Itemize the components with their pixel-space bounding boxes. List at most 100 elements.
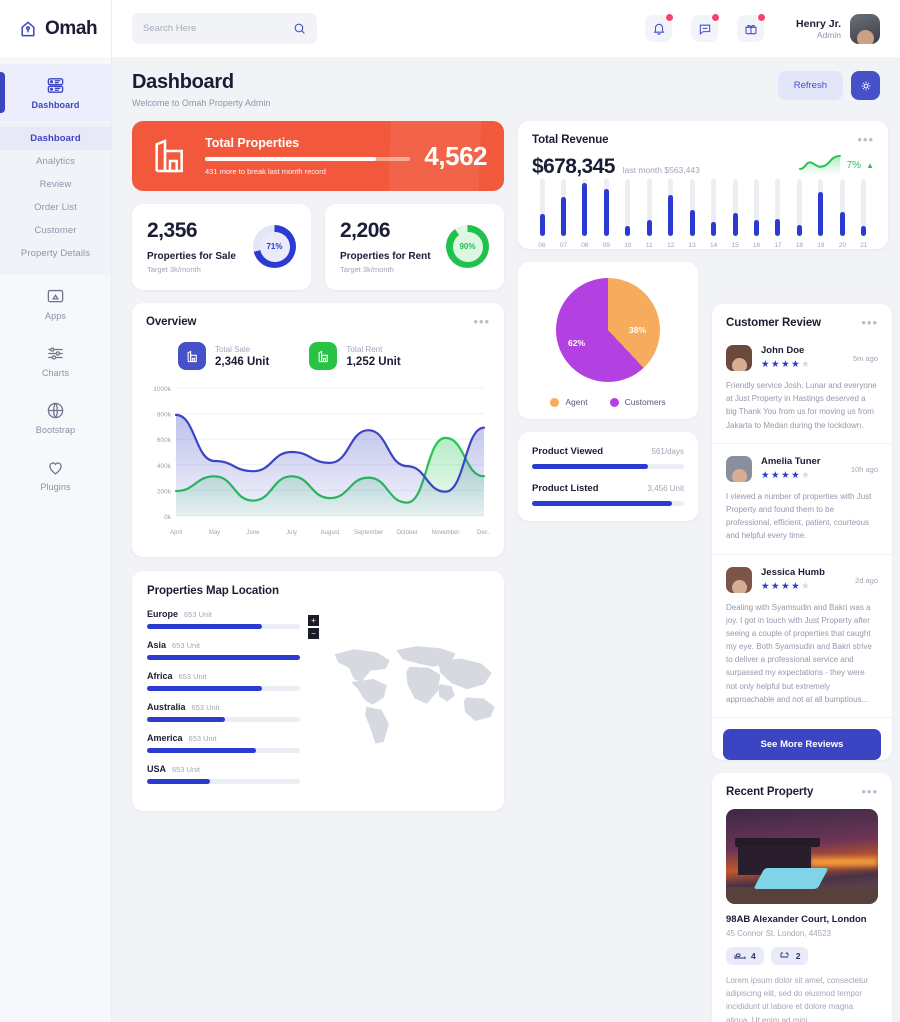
sidebar-item-dashboard[interactable]: Dashboard — [0, 64, 111, 121]
region-progress-fill — [147, 655, 300, 660]
bar-track — [861, 179, 867, 236]
map-zoom-in-button[interactable]: + — [308, 615, 319, 626]
total-revenue-card: Total Revenue ••• $678,345 last month $5… — [518, 121, 888, 249]
settings-button[interactable] — [851, 71, 880, 100]
gifts-button[interactable] — [737, 13, 767, 42]
bar-fill — [861, 225, 867, 236]
refresh-button[interactable]: Refresh — [777, 71, 843, 100]
region-row: America 653 Unit — [147, 733, 300, 753]
subnav-item-customer[interactable]: Customer — [0, 219, 111, 242]
recent-property-header: Recent Property ••• — [712, 773, 892, 798]
subnav-item-property-details[interactable]: Property Details — [0, 242, 111, 265]
stat-value: 2,356 — [147, 219, 198, 242]
search-input[interactable] — [143, 23, 287, 34]
banner-title: Total Properties — [205, 136, 300, 150]
bar-track — [668, 179, 674, 236]
overview-label: Total Sale — [215, 344, 251, 354]
review-menu-icon[interactable]: ••• — [861, 316, 878, 329]
region-unit: 653 Unit — [172, 765, 200, 774]
property-image[interactable] — [726, 809, 878, 904]
building-icon — [309, 342, 338, 370]
sidebar-item-bootstrap[interactable]: Bootstrap — [0, 389, 111, 446]
bar-fill — [689, 210, 695, 236]
review-text: I viewed a number of properties with Jus… — [726, 491, 872, 541]
world-map[interactable] — [319, 585, 504, 795]
left-column: Total Properties 431 more to break last … — [132, 121, 504, 811]
heart-icon — [49, 462, 62, 475]
trend-up-icon: ▲ — [866, 160, 874, 170]
overview-menu-icon[interactable]: ••• — [473, 315, 490, 328]
bed-icon — [734, 953, 746, 959]
brand-logo[interactable]: Omah — [0, 0, 111, 57]
legend-label: Customers — [624, 397, 666, 407]
bar-column: 15 — [727, 179, 743, 249]
avatar[interactable] — [850, 13, 880, 44]
reviewer-name: John Doe — [761, 345, 805, 356]
rating-stars: ★★★★★ — [761, 359, 812, 370]
svg-text:400k: 400k — [157, 463, 172, 470]
bar-label: 18 — [795, 242, 804, 249]
review-head: Amelia Tuner ★★★★★ 10h ago — [726, 455, 878, 482]
bar-fill — [603, 188, 609, 236]
product-progress-track — [532, 501, 684, 506]
bar-track — [839, 179, 845, 236]
notifications-button[interactable] — [645, 13, 675, 42]
bar-column: 19 — [813, 179, 829, 249]
subnav-item-order-list[interactable]: Order List — [0, 196, 111, 219]
bar-column: 14 — [706, 179, 722, 249]
subnav-item-dashboard[interactable]: Dashboard — [0, 127, 111, 150]
map-title: Properties Map Location — [147, 585, 279, 597]
revenue-bar-chart: 06 07 08 09 10 11 12 13 14 15 16 17 18 19 20 21 — [518, 179, 888, 249]
stat-label: Properties for Sale — [147, 251, 236, 262]
sidebar-item-plugins[interactable]: Plugins — [0, 446, 111, 503]
messages-button[interactable] — [691, 13, 721, 42]
stat-label: Properties for Rent — [340, 251, 431, 262]
map-zoom-out-button[interactable]: − — [308, 628, 319, 639]
donut-percent: 71% — [259, 231, 290, 262]
sidebar-item-apps[interactable]: Apps — [0, 275, 111, 332]
sidebar-item-charts[interactable]: Charts — [0, 332, 111, 389]
product-value: 3,456 Unit — [647, 484, 684, 493]
user-name: Henry Jr. — [796, 17, 841, 30]
region-head: Asia 653 Unit — [147, 640, 300, 650]
sidebar-nav: Dashboard Dashboard Analytics Review Ord… — [0, 57, 111, 503]
bar-column: 18 — [791, 179, 807, 249]
header-actions: Refresh — [777, 71, 880, 100]
banner-progress-fill — [205, 157, 376, 161]
region-head: Europe 653 Unit — [147, 609, 300, 619]
bar-label: 20 — [838, 242, 846, 249]
see-more-reviews-button[interactable]: See More Reviews — [723, 729, 881, 760]
banner-progress-track — [205, 157, 411, 161]
search-box[interactable] — [132, 13, 317, 44]
bar-track — [796, 179, 802, 236]
subnav-item-review[interactable]: Review — [0, 173, 111, 196]
bar-track — [711, 179, 717, 236]
bar-fill — [818, 192, 824, 236]
map-region-list: Properties Map Location Europe 653 Unit As… — [132, 585, 300, 795]
bar-track — [625, 179, 631, 236]
bar-label: 17 — [774, 242, 782, 249]
sidebar: Omah Dashboard Dashboard Analytics Revie… — [0, 0, 112, 1022]
stat-target: Target 3k/month — [340, 265, 394, 274]
product-row-listed: Product Listed 3,456 Unit — [532, 483, 684, 506]
subnav-item-analytics[interactable]: Analytics — [0, 150, 111, 173]
page-header: Dashboard Welcome to Omah Property Admin… — [132, 71, 880, 108]
building-icon — [155, 139, 183, 173]
revenue-menu-icon[interactable]: ••• — [857, 133, 874, 146]
svg-text:October: October — [396, 530, 417, 536]
recent-property-menu-icon[interactable]: ••• — [861, 785, 878, 798]
region-head: Australia 653 Unit — [147, 702, 300, 712]
stat-value: 2,206 — [340, 219, 391, 242]
brand-name: Omah — [45, 17, 98, 39]
product-progress-track — [532, 464, 684, 469]
product-progress-list: Product Viewed 561/days Product Listed 3… — [518, 432, 698, 521]
sidebar-item-label: Plugins — [40, 482, 71, 492]
region-name: USA — [147, 764, 167, 774]
user-menu[interactable]: Henry Jr. Admin — [796, 13, 880, 44]
donut-chart-rent: 90% — [446, 225, 489, 268]
bar-label: 07 — [559, 242, 568, 249]
rating-stars: ★★★★★ — [761, 469, 812, 481]
svg-text:April: April — [170, 530, 182, 536]
reviewer-name: Amelia Tuner — [761, 455, 821, 467]
search-icon[interactable] — [293, 22, 306, 35]
